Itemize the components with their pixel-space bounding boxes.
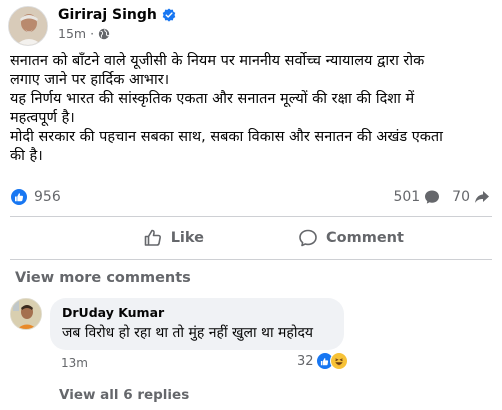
comment-reactions-count: 32 [297,353,314,369]
divider [10,216,492,217]
comment-item: DrUday Kumar जब विरोध हो रहा था तो मुंह … [10,298,344,350]
author-name[interactable]: Giriraj Singh [58,7,157,23]
comment-text: जब विरोध हो रहा था तो मुंह नहीं खुला था … [62,325,314,341]
post-text-line: महत्वपूर्ण है। [10,110,75,126]
post-time[interactable]: 15m [58,26,86,41]
haha-reaction-icon [329,352,348,370]
post-text-line: सनातन को बाँटने वाले यूजीसी के नियम पर म… [10,53,425,69]
time-separator: · [90,26,95,41]
author-avatar[interactable] [8,6,48,46]
shares-stat[interactable]: 70 [452,189,490,205]
comment-reactions[interactable]: 32 [297,352,348,370]
post-text-line: की है। [10,148,43,164]
view-all-replies-link[interactable]: View all 6 replies [59,387,189,403]
comments-stat[interactable]: 501 [393,189,440,205]
divider [10,259,492,260]
like-button-label: Like [170,230,204,246]
view-more-comments-link[interactable]: View more comments [15,270,191,286]
shares-count: 70 [452,189,470,205]
author-avatar-image [9,7,47,45]
comment-icon [299,229,317,247]
share-icon [475,191,489,203]
verified-badge-icon [162,8,176,22]
like-button[interactable]: Like [10,221,244,255]
reactions-summary[interactable]: 956 [10,188,61,206]
post-text: सनातन को बाँटने वाले यूजीसी के नियम पर म… [10,52,490,166]
like-reaction-icon [10,188,28,206]
post-text-line: मोदी सरकार की पहचान सबका साथ, सबका विकास… [10,129,443,145]
commenter-name[interactable]: DrUday Kumar [62,305,332,320]
post-header: Giriraj Singh 15m · [8,6,176,46]
comment-time[interactable]: 13m [61,356,88,370]
post-action-bar: Like Comment [10,221,492,255]
commenter-avatar[interactable] [10,298,42,330]
reactions-count: 956 [34,189,61,205]
globe-icon [98,28,110,39]
comments-count: 501 [393,189,421,205]
comment-bubble: DrUday Kumar जब विरोध हो रहा था तो मुंह … [50,298,344,350]
thumbs-up-icon [144,229,161,246]
post-text-line: लगाए जाने पर हार्दिक आभार। [10,72,170,88]
reactions-summary-bar: 956 501 70 [10,186,490,208]
comment-button[interactable]: Comment [244,221,492,255]
comment-bubble-icon [425,190,440,204]
commenter-avatar-image [11,299,41,329]
post-text-line: यह निर्णय भारत की सांस्कृतिक एकता और सना… [10,91,415,107]
comment-button-label: Comment [326,230,404,246]
